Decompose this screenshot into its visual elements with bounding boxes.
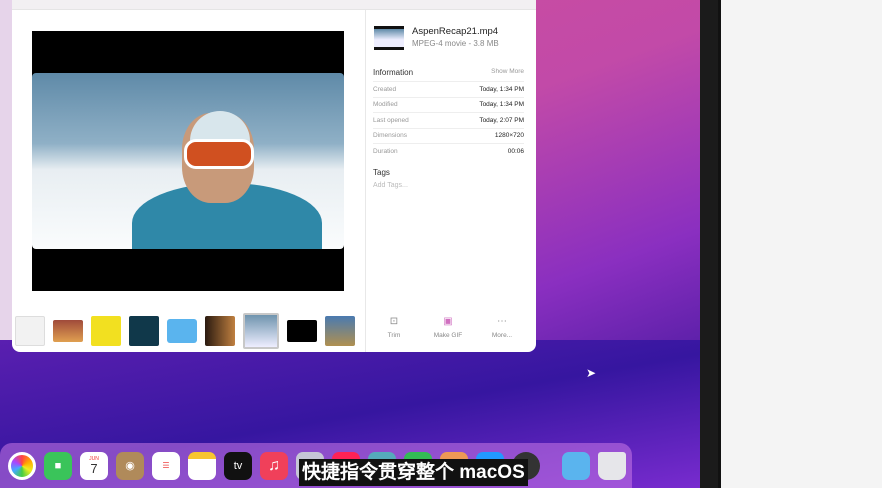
info-row-modified: Modified Today, 1:34 PM (373, 96, 524, 113)
thumbnail-balloons[interactable] (325, 316, 355, 346)
info-key: Dimensions (373, 132, 407, 140)
show-more-link[interactable]: Show More (491, 68, 524, 77)
notes-icon[interactable] (188, 451, 216, 480)
info-row-duration: Duration 00:06 (373, 143, 524, 159)
file-name: AspenRecap21.mp4 (412, 26, 499, 37)
contacts-icon[interactable]: ◉ (116, 451, 144, 480)
info-row-created: Created Today, 1:34 PM (373, 81, 524, 97)
video-frame (32, 73, 344, 249)
make-gif-label: Make GIF (433, 332, 463, 339)
reminders-icon[interactable]: ☰ (152, 451, 180, 480)
quick-actions: ⊡ Trim ▣ Make GIF ⋯ More... (378, 316, 518, 339)
thumbnail-neon[interactable] (53, 320, 83, 342)
info-key: Created (373, 85, 397, 93)
trash-icon[interactable] (598, 451, 626, 480)
secondary-display (721, 0, 882, 488)
info-key: Duration (373, 147, 398, 155)
thumbnail-dark-photo[interactable] (205, 316, 235, 346)
background-window-edge (0, 0, 12, 352)
calendar-icon[interactable]: JUN 7 (80, 451, 108, 480)
downloads-folder-icon[interactable] (562, 451, 590, 480)
trim-label: Trim (387, 332, 401, 339)
info-key: Last opened (373, 116, 409, 124)
thumbnail-selected-video[interactable] (243, 313, 279, 349)
file-kind-size: MPEG-4 movie - 3.8 MB (412, 39, 499, 48)
finder-window: AspenRecap21.mp4 MPEG-4 movie - 3.8 MB I… (12, 0, 536, 352)
tags-title: Tags (373, 168, 390, 177)
info-value: 1280×720 (494, 132, 524, 140)
video-subtitle-caption: 快捷指令贯穿整个 macOS (299, 459, 528, 486)
info-value: 00:06 (507, 147, 524, 155)
facetime-icon[interactable]: ■ (44, 451, 72, 480)
calendar-day: 7 (90, 460, 98, 476)
tv-label: tv (233, 459, 243, 472)
info-row-last-opened: Last opened Today, 2:07 PM (373, 112, 524, 128)
info-value: Today, 1:34 PM (479, 101, 524, 109)
thumbnail-document[interactable] (15, 316, 45, 346)
file-header: AspenRecap21.mp4 MPEG-4 movie - 3.8 MB (374, 26, 499, 50)
thumbnail-text-poster[interactable] (287, 320, 317, 342)
make-gif-button[interactable]: ▣ Make GIF (432, 316, 464, 339)
thumbnail-teal-poster[interactable] (129, 316, 159, 346)
trim-icon: ⊡ (389, 316, 399, 327)
preview-sidebar: AspenRecap21.mp4 MPEG-4 movie - 3.8 MB I… (365, 10, 536, 352)
info-value: Today, 1:34 PM (479, 85, 524, 93)
information-section: Information Show More Created Today, 1:34 … (373, 68, 524, 159)
photos-icon[interactable] (8, 451, 36, 480)
window-toolbar (12, 0, 536, 10)
gif-icon: ▣ (443, 316, 453, 327)
thumbnail-yellow-poster[interactable] (91, 316, 121, 346)
apple-tv-icon[interactable]: tv (224, 451, 252, 480)
music-icon[interactable]: ♫ (260, 451, 288, 480)
video-subject-goggles (184, 139, 254, 169)
file-thumbnail (374, 26, 404, 50)
mouse-cursor-icon: ➤ (586, 366, 597, 380)
info-row-dimensions: Dimensions 1280×720 (373, 127, 524, 144)
more-icon: ⋯ (497, 316, 507, 327)
display-bezel (700, 0, 718, 488)
folder-icon[interactable] (167, 319, 197, 343)
info-key: Modified (373, 101, 398, 109)
add-tags-input[interactable]: Add Tags... (373, 182, 408, 189)
info-value: Today, 2:07 PM (479, 116, 524, 124)
more-label: More... (491, 332, 513, 339)
trim-button[interactable]: ⊡ Trim (378, 316, 410, 339)
gallery-thumbnail-strip (15, 313, 355, 349)
information-title: Information (373, 68, 414, 77)
more-button[interactable]: ⋯ More... (486, 316, 518, 339)
video-preview[interactable] (32, 31, 344, 291)
